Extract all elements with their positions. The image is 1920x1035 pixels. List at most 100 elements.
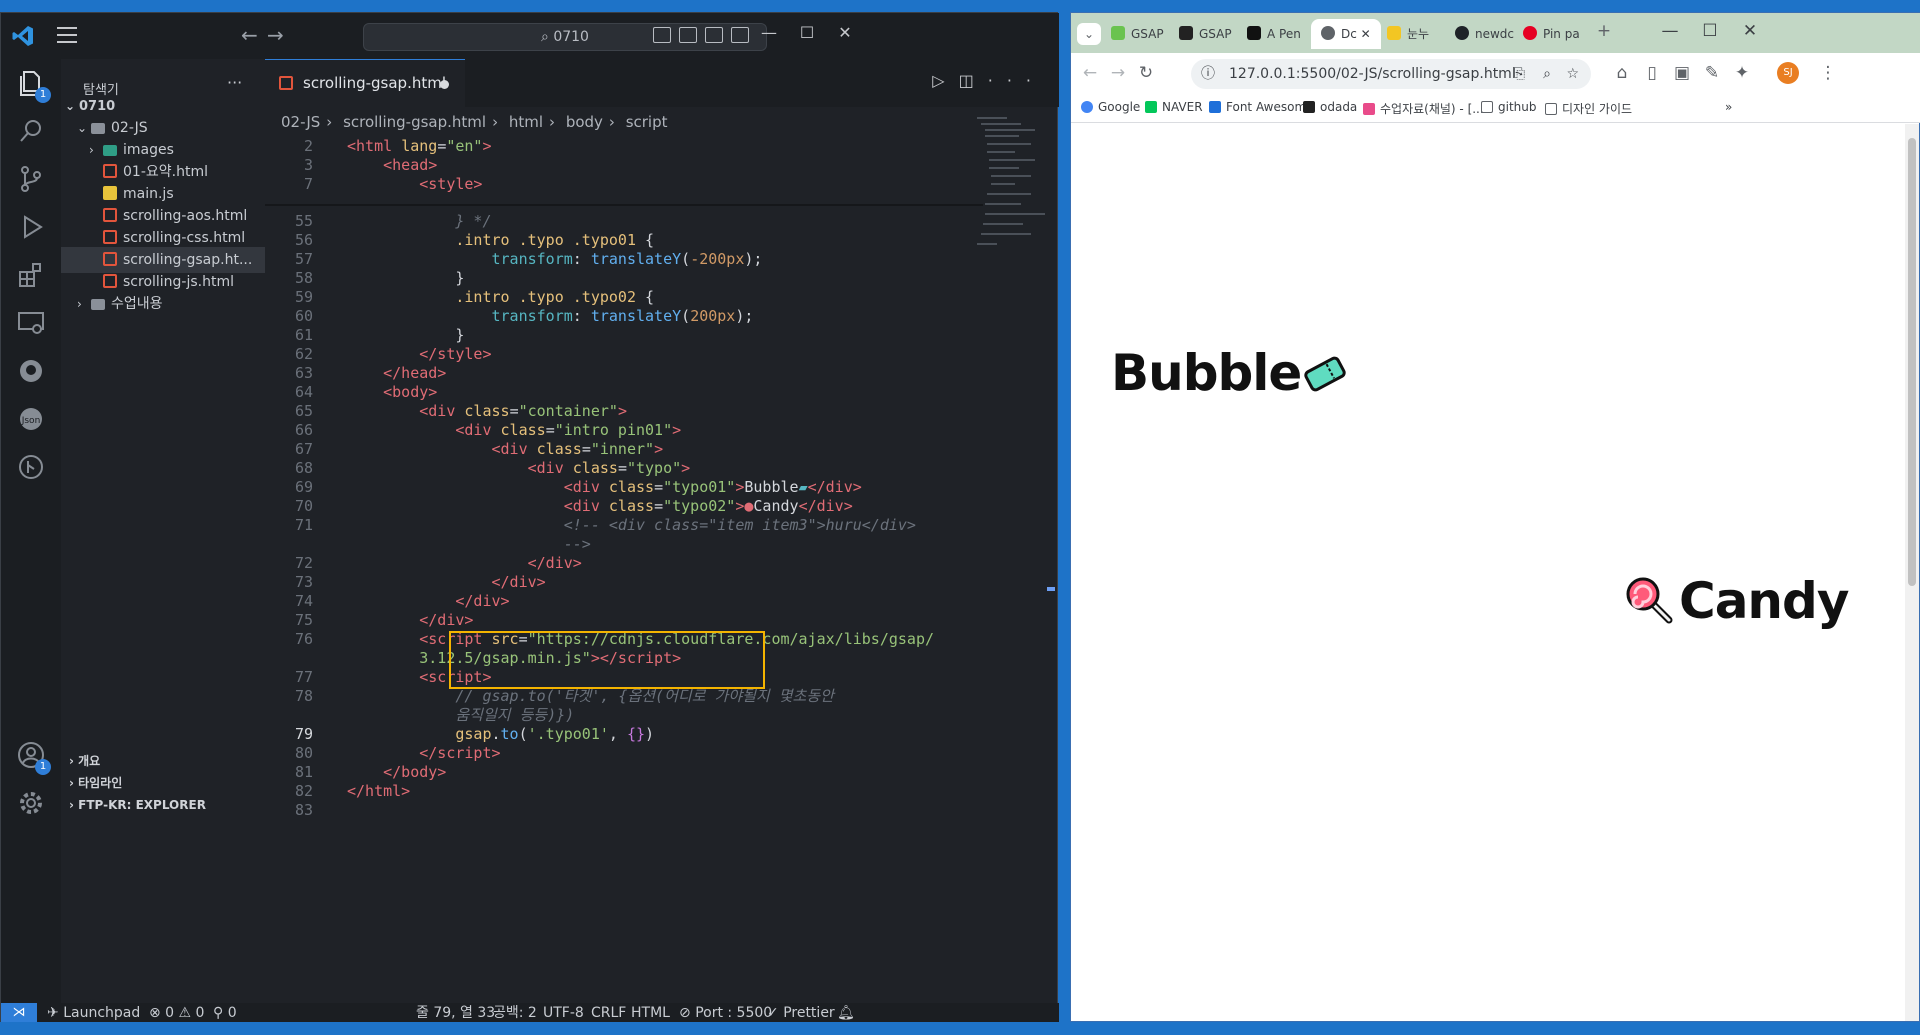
close-icon[interactable]: ✕ xyxy=(825,23,865,42)
breadcrumb-item[interactable]: body xyxy=(566,113,603,131)
toggle-panel-icon[interactable] xyxy=(679,27,697,43)
json-icon[interactable]: Json xyxy=(15,403,47,435)
launchpad-item[interactable]: ✈ Launchpad xyxy=(47,1003,140,1023)
customize-layout-icon[interactable] xyxy=(731,27,749,43)
translate-icon[interactable]: ⎘ xyxy=(1514,59,1525,89)
bookmark-class-materials[interactable]: 수업자료(채널) - [... xyxy=(1363,100,1484,117)
maximize-icon[interactable]: ☐ xyxy=(1699,21,1721,41)
notifications-bell-icon[interactable]: 🔔︎ xyxy=(837,1003,855,1023)
minimize-icon[interactable]: — xyxy=(1659,21,1681,41)
ticket-emoji-icon xyxy=(1304,356,1347,392)
chrome-tab-active[interactable]: Dc ✕ xyxy=(1311,19,1381,49)
section-outline[interactable]: › 개요 xyxy=(61,749,265,773)
github-icon[interactable] xyxy=(15,355,47,387)
tab-label: scrolling-gsap.html xyxy=(303,74,447,92)
editor-actions: ▷◫··· xyxy=(932,71,1045,90)
run-icon[interactable]: ▷ xyxy=(932,71,958,90)
explorer-icon[interactable]: 1 xyxy=(15,67,51,103)
extension-page-icon[interactable]: ▯ xyxy=(1641,63,1663,83)
bookmarks-overflow-icon[interactable]: » xyxy=(1725,100,1732,114)
annotation-highlight-box xyxy=(449,631,765,689)
search-icon[interactable] xyxy=(15,115,47,147)
code-editor[interactable]: 2 <html lang="en"> 3 <head> 7 <style> 55 … xyxy=(265,135,983,935)
cursor-position[interactable]: 줄 79, 열 33 xyxy=(416,1003,495,1023)
unsaved-dot-icon[interactable] xyxy=(440,80,449,89)
split-editor-icon[interactable]: ◫ xyxy=(959,71,988,90)
extension-home-icon[interactable]: ⌂ xyxy=(1611,63,1633,83)
breadcrumb-item[interactable]: script xyxy=(626,113,668,131)
profile-avatar[interactable]: SJ xyxy=(1777,62,1799,84)
bookmark-design-guide[interactable]: 디자인 가이드 xyxy=(1545,100,1632,117)
run-debug-icon[interactable] xyxy=(15,211,47,243)
chrome-tab[interactable]: 눈누 xyxy=(1387,19,1447,49)
bookmark-font-awesome[interactable]: Font Awesome xyxy=(1209,100,1314,114)
minimize-icon[interactable]: — xyxy=(749,23,789,42)
problems-item[interactable]: ⊗ 0 ⚠ 0 xyxy=(149,1003,204,1023)
site-info-icon[interactable]: ⓘ xyxy=(1201,59,1215,89)
chrome-tab[interactable]: GSAP xyxy=(1179,19,1239,49)
source-control-icon[interactable] xyxy=(15,163,47,195)
maximize-icon[interactable]: ☐ xyxy=(787,23,827,42)
account-icon[interactable]: 1 xyxy=(15,739,51,775)
chrome-menu-icon[interactable]: ⋮ xyxy=(1817,63,1839,83)
bookmark-odada[interactable]: odada xyxy=(1303,100,1357,114)
remote-indicator-icon[interactable]: ⋊ xyxy=(1,1003,37,1023)
tab-close-icon[interactable]: ✕ xyxy=(1361,27,1371,41)
bookmark-github[interactable]: github xyxy=(1481,100,1536,114)
extensions-puzzle-icon[interactable]: ✦ xyxy=(1731,63,1753,83)
breadcrumb-item[interactable]: scrolling-gsap.html xyxy=(343,113,486,131)
menu-hamburger-icon[interactable] xyxy=(57,27,77,43)
line-ending[interactable]: CRLF xyxy=(591,1003,626,1023)
explorer-badge: 1 xyxy=(35,87,51,103)
section-timeline[interactable]: › 타임라인 xyxy=(61,771,265,795)
extension-eyedropper-icon[interactable]: ✎ xyxy=(1701,63,1723,83)
back-arrow-icon[interactable]: ← xyxy=(1079,63,1101,83)
settings-gear-icon[interactable] xyxy=(15,787,47,819)
remote-explorer-icon[interactable] xyxy=(15,307,47,339)
encoding[interactable]: UTF-8 xyxy=(543,1003,584,1023)
bookmark-star-icon[interactable]: ☆ xyxy=(1566,59,1579,89)
tab-scrolling-gsap[interactable]: scrolling-gsap.html xyxy=(265,59,465,107)
address-bar[interactable]: ⓘ 127.0.0.1:5500/02-JS/scrolling-gsap.ht… xyxy=(1191,59,1591,89)
ports-item[interactable]: ⚲ 0 xyxy=(213,1003,237,1023)
bookmark-google[interactable]: Google xyxy=(1081,100,1140,114)
more-icon[interactable]: ··· xyxy=(988,71,1045,90)
close-icon[interactable]: ✕ xyxy=(1739,21,1761,41)
extension-screen-icon[interactable]: ▣ xyxy=(1671,63,1693,83)
live-server-port[interactable]: ⊘ Port : 5500 xyxy=(679,1003,772,1023)
back-arrow-icon[interactable]: ← xyxy=(241,23,258,47)
minimap[interactable] xyxy=(977,113,1049,263)
tab-search-icon[interactable]: ⌄ xyxy=(1077,23,1101,45)
bookmarks-bar: Google NAVER Font Awesome odada 수업자료(채널)… xyxy=(1071,93,1920,123)
chrome-tab[interactable]: GSAP xyxy=(1111,19,1171,49)
chevron-right-icon: › xyxy=(326,113,333,131)
git-graph-icon[interactable] xyxy=(15,451,47,483)
scrollbar-marker xyxy=(1047,587,1055,591)
breadcrumb-item[interactable]: 02-JS xyxy=(281,113,320,131)
toggle-sidebar-icon[interactable] xyxy=(653,27,671,43)
page-scrollbar[interactable] xyxy=(1905,124,1919,1021)
chrome-tab-label: GSAP xyxy=(1199,27,1232,41)
forward-arrow-icon[interactable]: → xyxy=(267,23,284,47)
new-tab-icon[interactable]: + xyxy=(1593,21,1615,41)
extensions-icon[interactable] xyxy=(15,259,47,291)
more-actions-icon[interactable]: ··· xyxy=(227,73,242,92)
vscode-window: ← → ⌕ 0710 — ☐ ✕ 1 Json 1 탐색기 ··· ⌄0710 xyxy=(0,12,1059,1023)
scrollbar-thumb[interactable] xyxy=(1908,138,1916,586)
chrome-tab[interactable]: Pin pa xyxy=(1523,19,1587,49)
forward-arrow-icon[interactable]: → xyxy=(1107,63,1129,83)
breadcrumb-item[interactable]: html xyxy=(509,113,543,131)
tree-item-label: 01-요약.html xyxy=(123,164,208,180)
folder-subfolder[interactable]: › 수업내용 xyxy=(61,291,265,317)
section-ftp-explorer[interactable]: › FTP-KR: EXPLORER xyxy=(61,793,265,817)
indentation[interactable]: 공백: 2 xyxy=(493,1003,537,1023)
chrome-tab[interactable]: newdc xyxy=(1455,19,1517,49)
language-mode[interactable]: HTML xyxy=(631,1003,670,1023)
chrome-tab[interactable]: A Pen xyxy=(1247,19,1311,49)
reload-icon[interactable]: ↻ xyxy=(1135,63,1157,83)
prettier-status[interactable]: ✓ Prettier xyxy=(767,1003,835,1023)
zoom-icon[interactable]: ⌕ xyxy=(1543,59,1551,89)
bookmark-naver[interactable]: NAVER xyxy=(1145,100,1203,114)
toggle-secondary-sidebar-icon[interactable] xyxy=(705,27,723,43)
folder-label: 02-JS xyxy=(111,120,148,136)
